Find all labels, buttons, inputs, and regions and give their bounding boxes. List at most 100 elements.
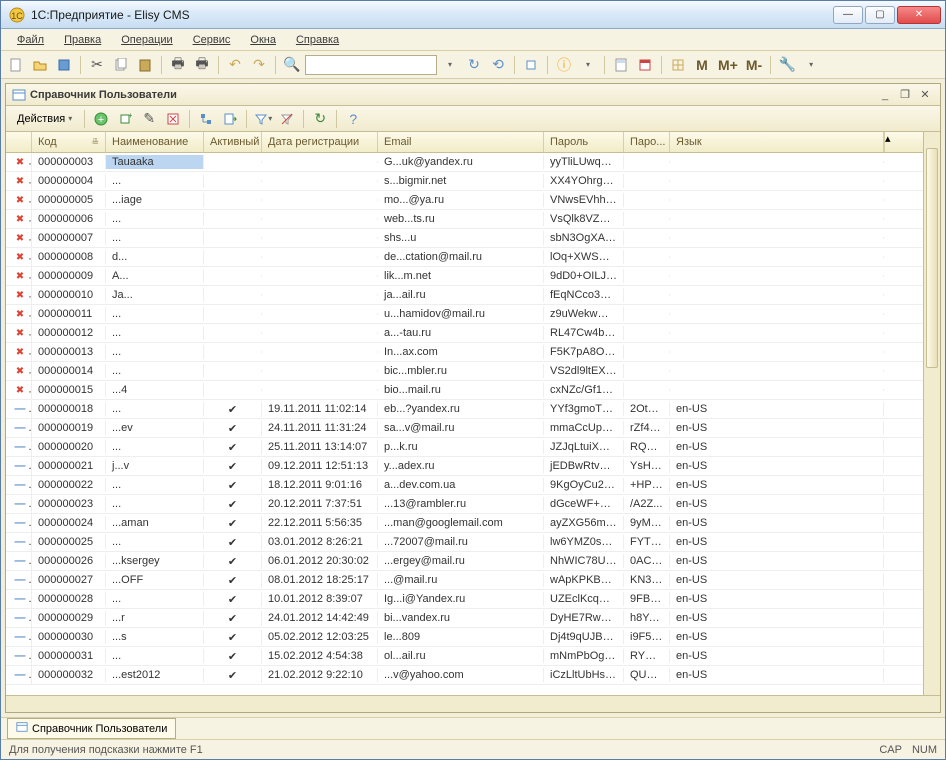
table-row[interactable]: 000000012...a...-tau.ruRL47Cw4bXa... [6, 324, 940, 343]
table-row[interactable]: 000000027...OFF✔08.01.2012 18:25:17...@m… [6, 571, 940, 590]
table-row[interactable]: 000000006...web...ts.ruVsQlk8VZDki... [6, 210, 940, 229]
menu-windows[interactable]: Окна [242, 32, 284, 48]
new-doc-icon[interactable] [5, 54, 27, 76]
column-header-password[interactable]: Пароль [544, 132, 624, 152]
table-row[interactable]: 000000019...ev✔24.11.2011 11:31:24sa...v… [6, 419, 940, 438]
zoom-icon[interactable]: 🔍 [281, 54, 303, 76]
table-row[interactable]: 000000010Ja...ja...ail.rufEqNCco3Yq... [6, 286, 940, 305]
table-row[interactable]: 000000025...✔03.01.2012 8:26:21...72007@… [6, 533, 940, 552]
m-plus-button[interactable]: M+ [715, 54, 741, 76]
grid-icon[interactable] [667, 54, 689, 76]
actions-button[interactable]: Действия▾ [10, 110, 79, 128]
column-header-lang[interactable]: Язык [670, 132, 884, 152]
refresh-icon[interactable]: ↻ [463, 54, 485, 76]
menu-file[interactable]: Файл [9, 32, 52, 48]
help-icon[interactable]: ? [342, 108, 364, 130]
table-row[interactable]: 000000026...ksergey✔06.01.2012 20:30:02.… [6, 552, 940, 571]
table-row[interactable]: 000000031...✔15.02.2012 4:54:38ol...ail.… [6, 647, 940, 666]
table-row[interactable]: 000000008d...de...ctation@mail.rulOq+XWS… [6, 248, 940, 267]
table-row[interactable]: 000000014...bic...mbler.ruVS2dl9ltEXhs..… [6, 362, 940, 381]
column-header-name[interactable]: Наименование [106, 132, 204, 152]
save-icon[interactable] [53, 54, 75, 76]
open-icon[interactable] [29, 54, 51, 76]
print-icon[interactable]: 🖶 [167, 54, 189, 76]
add-icon[interactable]: + [90, 108, 112, 130]
table-row[interactable]: 000000004...s...bigmir.netXX4YOhrghyo... [6, 172, 940, 191]
table-row[interactable]: 000000021j...v✔09.12.2011 12:51:13y...ad… [6, 457, 940, 476]
minimize-button[interactable]: — [833, 6, 863, 24]
menu-operations[interactable]: Операции [113, 32, 180, 48]
cell-date: 05.02.2012 12:03:25 [262, 630, 378, 644]
scroll-thumb[interactable] [926, 148, 938, 368]
close-button[interactable]: ✕ [897, 6, 941, 24]
column-header-passq[interactable]: Паро... [624, 132, 670, 152]
menu-edit[interactable]: Правка [56, 32, 109, 48]
vertical-scrollbar[interactable] [923, 132, 940, 695]
table-row[interactable]: 000000020...✔25.11.2011 13:14:07p...k.ru… [6, 438, 940, 457]
copy-icon[interactable] [110, 54, 132, 76]
search-input[interactable] [305, 55, 437, 75]
move-icon[interactable] [219, 108, 241, 130]
grid-body[interactable]: 000000003TauaakaG...uk@yandex.ruyyTliLUw… [6, 153, 940, 695]
table-row[interactable]: 000000015...4bio...mail.rucxNZc/Gf1z5... [6, 381, 940, 400]
column-header-code[interactable]: Код≞ [32, 132, 106, 152]
settings-icon[interactable]: 🔧 [776, 54, 798, 76]
table-row[interactable]: 000000023...✔20.12.2011 7:37:51...13@ram… [6, 495, 940, 514]
cell-code: 000000004 [32, 174, 106, 188]
table-row[interactable]: 000000009A...lik...m.net9dD0+OILJsK... [6, 267, 940, 286]
filter-off-icon[interactable] [276, 108, 298, 130]
bottom-tab-item[interactable]: Справочник Пользователи [7, 718, 176, 739]
paste-icon[interactable] [134, 54, 156, 76]
table-row[interactable]: 000000007...shs...usbN3OgXA7Q... [6, 229, 940, 248]
refresh-list-icon[interactable]: ↻ [309, 108, 331, 130]
panel-restore-button[interactable]: ❐ [896, 87, 914, 103]
delete-icon[interactable] [162, 108, 184, 130]
undo-icon[interactable]: ↶ [224, 54, 246, 76]
m-button[interactable]: M [691, 54, 713, 76]
calendar-icon[interactable] [634, 54, 656, 76]
table-row[interactable]: 000000030...s✔05.02.2012 12:03:25le...80… [6, 628, 940, 647]
table-row[interactable]: 000000032...est2012✔21.02.2012 9:22:10..… [6, 666, 940, 685]
edit-icon[interactable]: ✎ [138, 108, 160, 130]
table-row[interactable]: 000000028...✔10.01.2012 8:39:07Ig...i@Ya… [6, 590, 940, 609]
redo-icon[interactable]: ↷ [248, 54, 270, 76]
maximize-button[interactable]: ▢ [865, 6, 895, 24]
panel-icon [12, 88, 26, 102]
table-row[interactable]: 000000024...aman✔22.12.2011 5:56:35...ma… [6, 514, 940, 533]
table-row[interactable]: 000000011...u...hamidov@mail.ruz9uWekwQD… [6, 305, 940, 324]
info-icon[interactable]: ⓘ [553, 54, 575, 76]
column-header-date[interactable]: Дата регистрации [262, 132, 378, 152]
cut-icon[interactable]: ✂ [86, 54, 108, 76]
column-header-email[interactable]: Email [378, 132, 544, 152]
table-row[interactable]: 000000003TauaakaG...uk@yandex.ruyyTliLUw… [6, 153, 940, 172]
panel-close-button[interactable]: ✕ [916, 87, 934, 103]
menu-help[interactable]: Справка [288, 32, 347, 48]
column-header-icon[interactable] [6, 132, 32, 152]
cell-passq [624, 389, 670, 391]
cell-name: ...ksergey [106, 554, 204, 568]
add-copy-icon[interactable]: + [114, 108, 136, 130]
settings-dropdown-icon[interactable]: ▾ [800, 54, 822, 76]
panel-minimize-button[interactable]: _ [876, 87, 894, 103]
nav-back-icon[interactable]: ⟲ [487, 54, 509, 76]
cell-password: mNmPbOgO... [544, 649, 624, 663]
table-row[interactable]: 000000005...iagemo...@ya.ruVNwsEVhhU... [6, 191, 940, 210]
menu-service[interactable]: Сервис [185, 32, 239, 48]
hierarchy-icon[interactable] [195, 108, 217, 130]
m-minus-button[interactable]: M- [743, 54, 765, 76]
table-row[interactable]: 000000022...✔18.12.2011 9:01:16a...dev.c… [6, 476, 940, 495]
search-dropdown-icon[interactable]: ▾ [439, 54, 461, 76]
cell-password: Dj4t9qUJBYK... [544, 630, 624, 644]
cell-email: bic...mbler.ru [378, 364, 544, 378]
cell-passq: 0ACu... [624, 554, 670, 568]
table-row[interactable]: 000000018...✔19.11.2011 11:02:14eb...?ya… [6, 400, 940, 419]
copy2-icon[interactable] [520, 54, 542, 76]
calc-icon[interactable] [610, 54, 632, 76]
column-header-active[interactable]: Активный [204, 132, 262, 152]
table-row[interactable]: 000000029...r✔24.01.2012 14:42:49bi...va… [6, 609, 940, 628]
info-dropdown-icon[interactable]: ▾ [577, 54, 599, 76]
filter-icon[interactable]: ▾ [252, 108, 274, 130]
print-preview-icon[interactable]: 🖶 [191, 54, 213, 76]
horizontal-scrollbar[interactable] [6, 695, 940, 712]
table-row[interactable]: 000000013...In...ax.comF5K7pA8Oz5j... [6, 343, 940, 362]
